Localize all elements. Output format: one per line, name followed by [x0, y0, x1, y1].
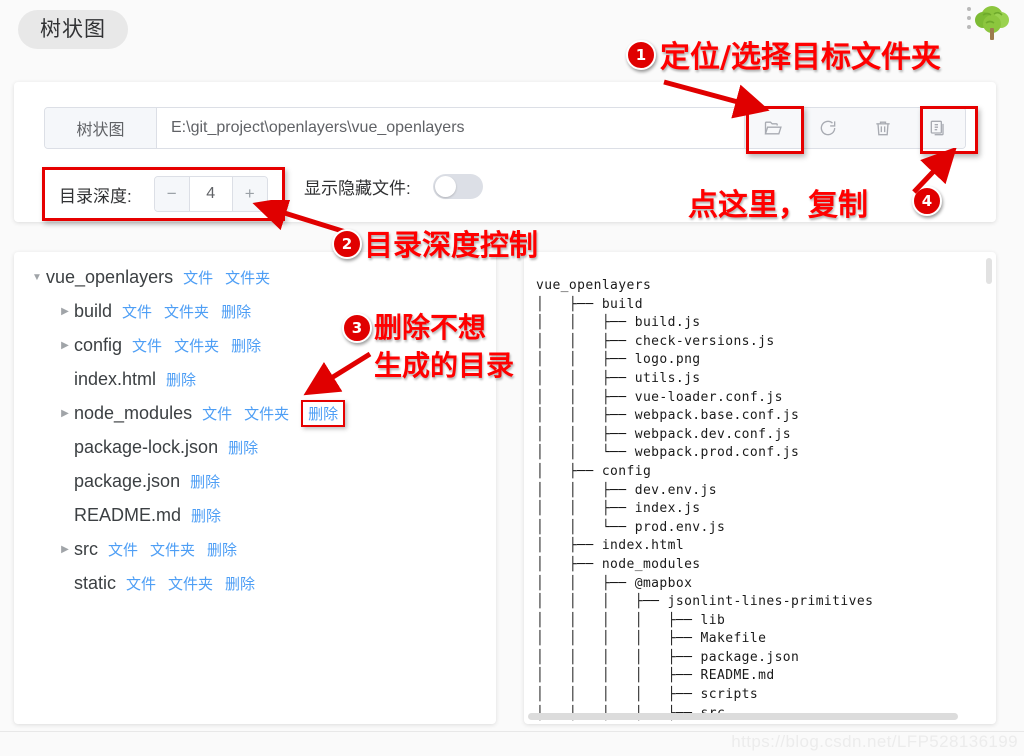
tree-action-new-file[interactable]: 文件: [183, 267, 213, 288]
tree-row[interactable]: ▶ node_modules 文件 文件夹 删除: [14, 396, 496, 430]
show-hidden-toggle[interactable]: [432, 174, 483, 199]
path-input[interactable]: [157, 108, 744, 148]
depth-stepper: − 4 +: [153, 176, 268, 212]
tree-action-delete[interactable]: 删除: [207, 539, 237, 560]
tree-row[interactable]: static 文件 文件夹 删除: [14, 566, 496, 600]
annotation-arrow-3: [303, 351, 372, 396]
depth-minus-button[interactable]: −: [154, 177, 190, 211]
tree-action-new-folder[interactable]: 文件夹: [168, 573, 213, 594]
caret-collapsed-icon[interactable]: ▶: [56, 340, 74, 351]
copy-button[interactable]: [910, 108, 965, 148]
show-hidden-label: 显示隐藏文件:: [304, 179, 411, 198]
page-title: 树状图: [18, 10, 128, 49]
tree-node-name: index.html: [74, 368, 157, 389]
caret-collapsed-icon[interactable]: ▶: [56, 544, 74, 555]
tree-row[interactable]: ▼ vue_openlayers 文件 文件夹: [14, 260, 496, 294]
depth-control-highlight: 目录深度: − 4 +: [42, 167, 285, 221]
delete-button[interactable]: [855, 108, 910, 148]
depth-control-group: 目录深度: − 4 +: [42, 167, 285, 221]
ascii-tree-text: vue_openlayers │ ├── build │ │ ├── build…: [536, 278, 874, 721]
tree-action-new-folder[interactable]: 文件夹: [244, 403, 289, 424]
toggle-knob: [434, 176, 456, 197]
path-row: 树状图: [44, 107, 966, 149]
annotation-text-3-line1: 删除不想: [374, 311, 487, 344]
show-hidden-group: 显示隐藏文件:: [304, 174, 483, 199]
tree-row[interactable]: package-lock.json 删除: [14, 430, 496, 464]
annotation-badge-2: 2: [332, 229, 362, 259]
depth-value[interactable]: 4: [189, 177, 232, 211]
depth-label: 目录深度:: [59, 186, 132, 206]
annotation-arrow-4: [912, 148, 957, 194]
caret-expanded-icon[interactable]: ▼: [28, 272, 46, 283]
tree-action-new-file[interactable]: 文件: [132, 335, 162, 356]
annotation-badge-3: 3: [342, 313, 372, 343]
tree-action-new-file[interactable]: 文件: [122, 301, 152, 322]
tree-row[interactable]: ▶ src 文件 文件夹 删除: [14, 532, 496, 566]
tree-row[interactable]: package.json 删除: [14, 464, 496, 498]
output-vertical-scrollbar[interactable]: [986, 258, 992, 284]
tree-node-name: src: [74, 538, 98, 559]
tree-action-new-folder[interactable]: 文件夹: [150, 539, 195, 560]
caret-collapsed-icon[interactable]: ▶: [56, 306, 74, 317]
caret-collapsed-icon[interactable]: ▶: [56, 408, 74, 419]
tree-action-delete[interactable]: 删除: [221, 301, 251, 322]
tree-action-delete[interactable]: 删除: [190, 471, 220, 492]
tree-action-new-file[interactable]: 文件: [126, 573, 156, 594]
annotation-text-3-line2: 生成的目录: [374, 349, 515, 382]
annotation-text-2: 目录深度控制: [364, 228, 539, 262]
tree-action-delete[interactable]: 删除: [231, 335, 261, 356]
tree-node-name: config: [74, 334, 123, 355]
path-prefix-label: 树状图: [45, 108, 157, 148]
tree-action-new-folder[interactable]: 文件夹: [174, 335, 219, 356]
tree-node-name: package-lock.json: [74, 436, 219, 457]
tree-node-name: README.md: [74, 504, 182, 525]
tree-action-new-folder[interactable]: 文件夹: [225, 267, 270, 288]
tree-emoji-icon: [970, 2, 1014, 46]
annotation-text-4: 点这里，复制: [688, 188, 868, 223]
annotation-arrow-1: [663, 79, 770, 119]
tree-action-new-folder[interactable]: 文件夹: [164, 301, 209, 322]
ascii-output-panel: vue_openlayers │ ├── build │ │ ├── build…: [524, 252, 996, 724]
annotation-text-1: 定位/选择目标文件夹: [660, 40, 941, 75]
output-horizontal-scrollbar[interactable]: [528, 713, 958, 720]
tree-row[interactable]: README.md 删除: [14, 498, 496, 532]
tree-action-delete[interactable]: 删除: [191, 505, 221, 526]
tree-action-delete[interactable]: 删除: [301, 399, 346, 427]
tree-action-new-file[interactable]: 文件: [202, 403, 232, 424]
tree-action-delete[interactable]: 删除: [228, 437, 258, 458]
refresh-button[interactable]: [800, 108, 855, 148]
tree-node-name: vue_openlayers: [46, 266, 174, 287]
tree-node-name: node_modules: [74, 402, 193, 423]
tree-action-delete[interactable]: 删除: [225, 573, 255, 594]
tree-action-new-file[interactable]: 文件: [108, 539, 138, 560]
tree-node-name: build: [74, 300, 113, 321]
watermark: https://blog.csdn.net/LFP528136199: [731, 732, 1018, 751]
annotation-badge-1: 1: [626, 40, 656, 70]
tree-action-delete[interactable]: 删除: [166, 369, 196, 390]
tree-node-name: package.json: [74, 470, 181, 491]
tree-node-name: static: [74, 572, 117, 593]
